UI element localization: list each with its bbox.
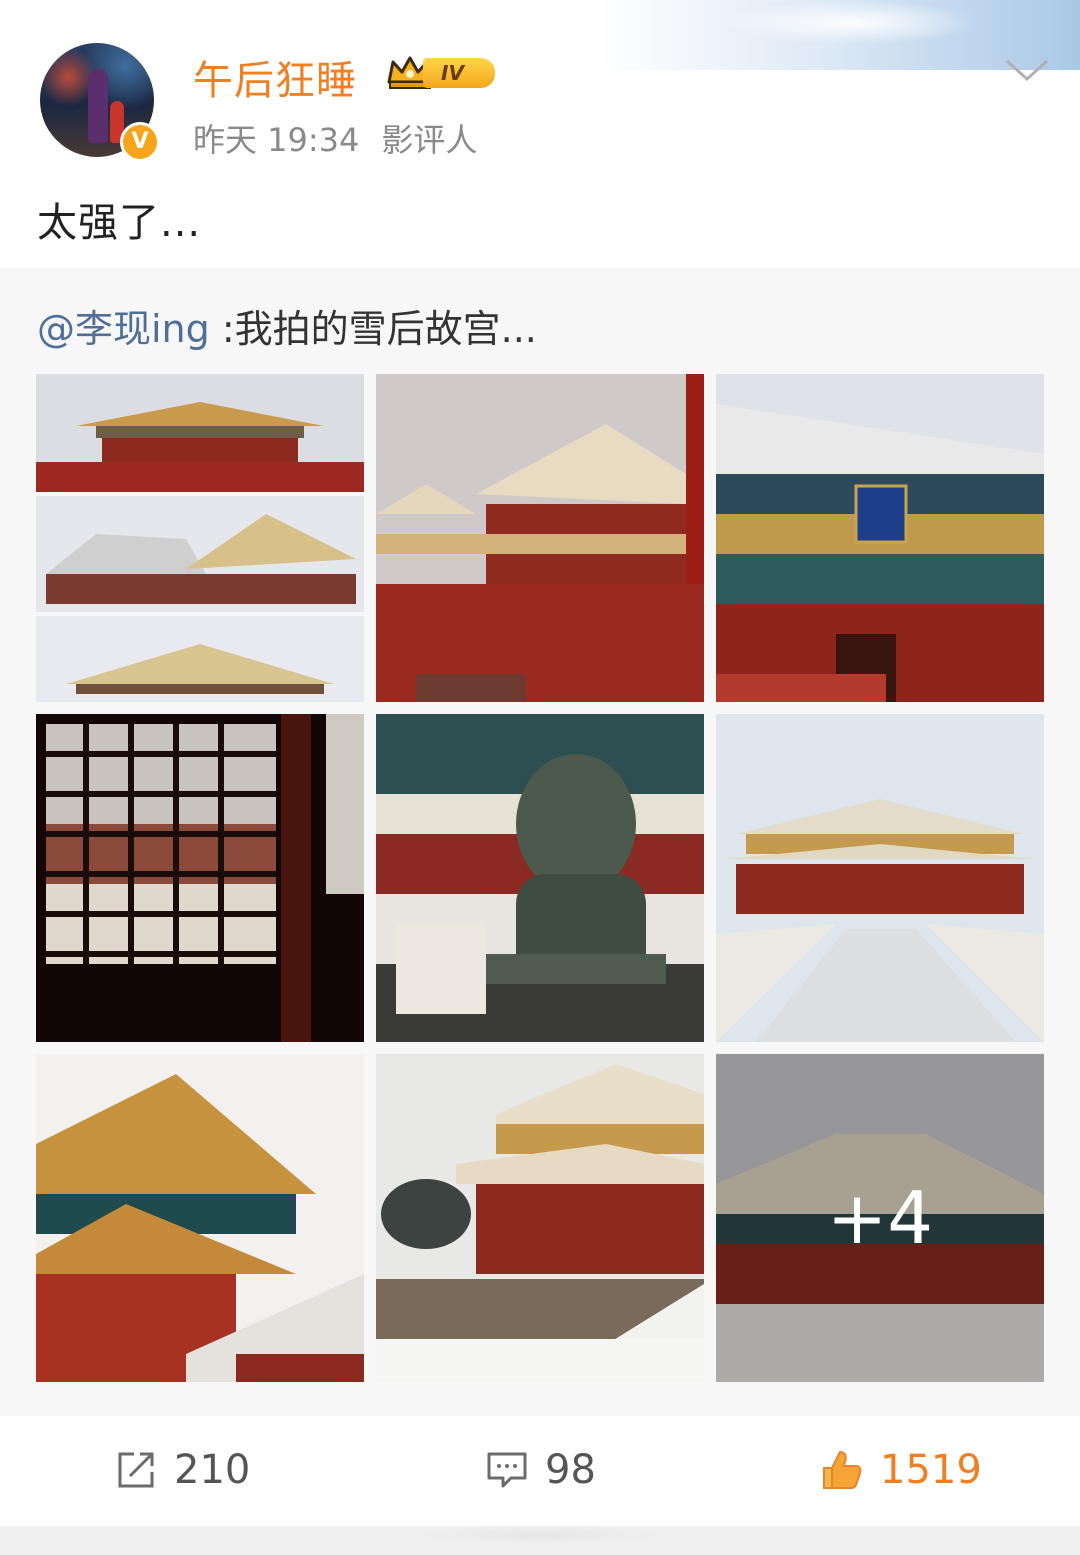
comment-button[interactable]: 98 bbox=[485, 1444, 615, 1496]
level-badge[interactable]: IV bbox=[385, 52, 500, 92]
share-button[interactable]: 210 bbox=[114, 1444, 274, 1496]
verified-badge: V bbox=[120, 122, 160, 162]
user-role: 影评人 bbox=[381, 121, 478, 159]
share-count: 210 bbox=[174, 1447, 251, 1493]
photo-thumbnail[interactable] bbox=[36, 374, 364, 702]
like-button[interactable]: 1519 bbox=[820, 1444, 1000, 1496]
mention-link[interactable]: @李现ing bbox=[37, 307, 210, 351]
separator-shadow bbox=[410, 1526, 670, 1544]
post-meta: 昨天 19:34 影评人 bbox=[193, 115, 477, 161]
comment-count: 98 bbox=[545, 1447, 596, 1493]
photo-thumbnail[interactable] bbox=[376, 1054, 704, 1382]
more-images-count: +4 bbox=[716, 1054, 1044, 1382]
repost-text: @李现ing :我拍的雪后故宫... bbox=[37, 298, 537, 353]
photo-thumbnail[interactable] bbox=[376, 374, 704, 702]
level-text: IV bbox=[423, 58, 495, 88]
image-grid: +4 bbox=[36, 374, 1044, 1382]
photo-thumbnail[interactable] bbox=[36, 1054, 364, 1382]
photo-thumbnail[interactable] bbox=[376, 714, 704, 1042]
photo-thumbnail[interactable] bbox=[716, 714, 1044, 1042]
photo-thumbnail[interactable] bbox=[716, 374, 1044, 702]
bottom-separator bbox=[0, 1526, 1080, 1555]
comment-icon bbox=[487, 1452, 527, 1488]
username[interactable]: 午后狂睡 bbox=[193, 48, 357, 106]
post-header: V 午后狂睡 IV 昨天 19:34 影评人 bbox=[0, 0, 1080, 170]
chevron-down-icon[interactable] bbox=[1003, 55, 1051, 85]
action-bar: 210 98 1519 bbox=[0, 1416, 1080, 1526]
like-count: 1519 bbox=[880, 1447, 982, 1493]
repost-card[interactable]: @李现ing :我拍的雪后故宫... +4 bbox=[0, 268, 1080, 1416]
share-icon bbox=[118, 1452, 154, 1488]
avatar-figure bbox=[88, 69, 108, 143]
photo-thumbnail[interactable] bbox=[36, 714, 364, 1042]
like-icon bbox=[823, 1451, 862, 1489]
repost-body: :我拍的雪后故宫... bbox=[209, 307, 537, 351]
post-text: 太强了... bbox=[37, 200, 202, 246]
photo-thumbnail-more[interactable]: +4 bbox=[716, 1054, 1044, 1382]
post-time: 昨天 19:34 bbox=[193, 121, 360, 159]
